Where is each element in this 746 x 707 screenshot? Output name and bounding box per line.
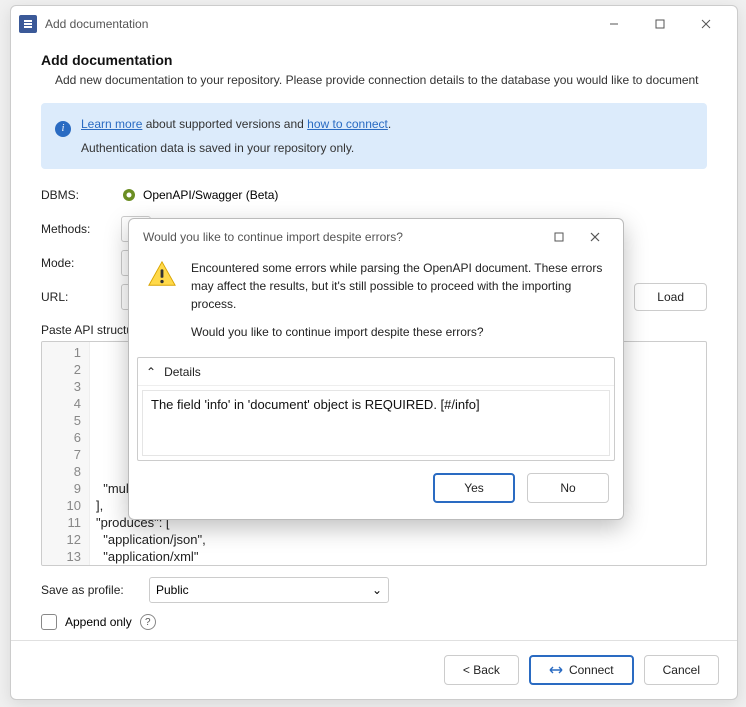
append-only-checkbox[interactable] <box>41 614 57 630</box>
load-button[interactable]: Load <box>634 283 707 311</box>
maximize-button[interactable] <box>637 8 683 40</box>
auth-note: Authentication data is saved in your rep… <box>81 141 693 155</box>
titlebar: Add documentation <box>11 6 737 42</box>
details-toggle[interactable]: ⌃ Details <box>138 358 614 386</box>
cancel-button[interactable]: Cancel <box>644 655 719 685</box>
details-text: The field 'info' in 'document' object is… <box>142 390 610 456</box>
dbms-label: DBMS: <box>41 188 121 202</box>
window-title: Add documentation <box>45 17 591 31</box>
info-icon: i <box>55 121 71 137</box>
back-button[interactable]: < Back <box>444 655 519 685</box>
warning-icon <box>147 259 177 289</box>
dialog-close-button[interactable] <box>577 223 613 251</box>
learn-more-link[interactable]: Learn more <box>81 117 142 131</box>
mode-label: Mode: <box>41 256 121 270</box>
save-profile-dropdown[interactable]: Public ⌄ <box>149 577 389 603</box>
minimize-button[interactable] <box>591 8 637 40</box>
dialog-message: Encountered some errors while parsing th… <box>191 259 605 341</box>
yes-button[interactable]: Yes <box>433 473 515 503</box>
help-icon[interactable]: ? <box>140 614 156 630</box>
wizard-footer: < Back Connect Cancel <box>11 640 737 699</box>
chevron-up-icon: ⌃ <box>146 365 156 379</box>
no-button[interactable]: No <box>527 473 609 503</box>
app-icon <box>19 15 37 33</box>
close-button[interactable] <box>683 8 729 40</box>
chevron-down-icon: ⌄ <box>372 583 382 597</box>
how-to-connect-link[interactable]: how to connect <box>307 117 388 131</box>
append-only-label: Append only <box>65 615 132 629</box>
dialog-titlebar: Would you like to continue import despit… <box>129 219 623 255</box>
connect-button[interactable]: Connect <box>529 655 634 685</box>
save-profile-label: Save as profile: <box>41 583 149 597</box>
url-label: URL: <box>41 290 121 304</box>
dbms-value: OpenAPI/Swagger (Beta) <box>143 188 278 202</box>
page-subheading: Add new documentation to your repository… <box>41 72 707 89</box>
connect-icon <box>549 665 563 675</box>
page-heading: Add documentation <box>41 52 707 68</box>
details-section: ⌃ Details The field 'info' in 'document'… <box>137 357 615 461</box>
line-gutter: 12345678910111213 <box>42 342 90 565</box>
info-banner: i Learn more about supported versions an… <box>41 103 707 169</box>
methods-label: Methods: <box>41 222 121 236</box>
dialog-title-text: Would you like to continue import despit… <box>143 230 403 244</box>
error-dialog: Would you like to continue import despit… <box>128 218 624 520</box>
dialog-maximize-button[interactable] <box>541 223 577 251</box>
openapi-icon <box>121 187 137 203</box>
